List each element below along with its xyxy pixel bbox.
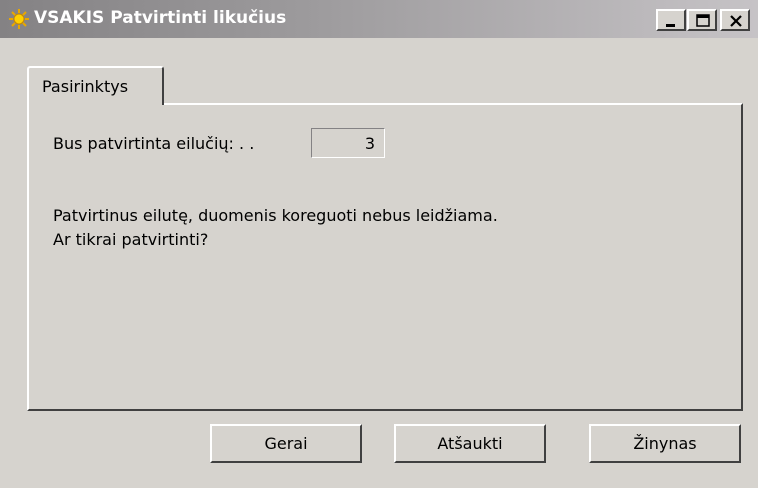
rows-count-label: Bus patvirtinta eilučių: . . <box>53 134 255 153</box>
close-button[interactable] <box>720 9 750 31</box>
maximize-icon <box>696 14 710 27</box>
tab-pasirinktys[interactable]: Pasirinktys <box>27 66 164 105</box>
close-icon <box>730 15 742 27</box>
minimize-button[interactable] <box>656 9 686 31</box>
tab-label: Pasirinktys <box>42 77 129 96</box>
help-button[interactable]: Žinynas <box>589 424 741 463</box>
title-bar[interactable]: VSAKIS Patvirtinti likučius <box>0 0 758 38</box>
window-title: VSAKIS Patvirtinti likučius <box>34 8 287 28</box>
dialog-window: VSAKIS Patvirtinti likučius Pasirinktys … <box>0 0 758 488</box>
warning-message: Patvirtinus eilutę, duomenis koreguoti n… <box>53 206 498 225</box>
cancel-button[interactable]: Atšaukti <box>394 424 546 463</box>
maximize-button[interactable] <box>687 9 717 31</box>
ok-button[interactable]: Gerai <box>210 424 362 463</box>
minimize-icon <box>666 24 675 27</box>
rows-count-field: 3 <box>311 128 385 158</box>
confirm-question: Ar tikrai patvirtinti? <box>53 230 209 249</box>
sun-icon <box>8 8 30 30</box>
